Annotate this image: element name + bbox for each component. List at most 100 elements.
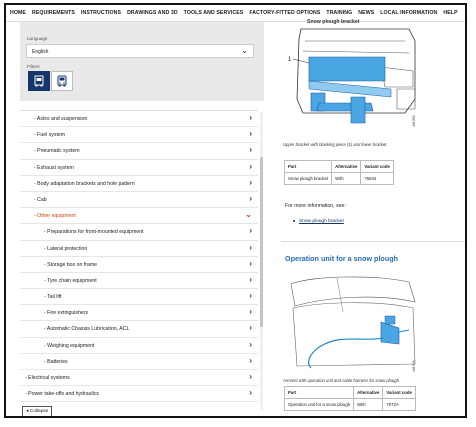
bus-front-icon [57,75,67,87]
chevron-right-icon: › [249,129,252,139]
nav-training[interactable]: TRAINING [326,10,352,16]
chevron-right-icon: › [249,388,252,398]
filters-label: Filters [27,64,40,69]
table-cell: 7072A [382,398,416,411]
chevron-right-icon: › [249,274,252,284]
tree-item-axles[interactable]: - Axles and suspension › [20,111,258,128]
table-row: Operation unit for a snow plough With 70… [283,398,416,411]
tree-item-power-take-offs[interactable]: - Power take-offs and hydraulics › [20,386,258,403]
navigation-tree: - Axles and suspension › - Fuel system › -… [20,110,258,413]
chevron-right-icon: › [249,226,252,236]
tree-item-label: - Pneumatic system [34,148,80,155]
table-cell: 76634 [360,172,394,185]
tree-item-pneumatic[interactable]: - Pneumatic system › [20,143,258,160]
nav-factory-options[interactable]: FACTORY-FITTED OPTIONS [249,10,320,16]
tree-item-label: - Fire extinguishers [44,310,89,317]
variant-table: Part Alternative Variant code Operation … [283,386,416,411]
table-cell: Operation unit for a snow plough [283,398,355,411]
callout-number: 1 [288,57,292,63]
tree-item-weighing[interactable]: - Weighing equipment › [20,338,258,354]
tree-item-label: - Exhaust system [34,164,74,171]
chevron-right-icon: › [249,291,252,301]
tree-item-fire-extinguishers[interactable]: - Fire extinguishers › [20,305,258,322]
nav-help[interactable]: HELP [443,10,457,16]
chevron-right-icon: › [249,372,252,381]
figure-caption: Upper bracket with blanking piece (1) an… [283,142,388,147]
tree-item-label: - Storage box on frame [44,261,98,268]
top-navigation: HOME REQUIREMENTS INSTRUCTIONS DRAWINGS … [6,5,465,22]
tree-item-tail-lift[interactable]: - Tail lift › [20,289,258,306]
chevron-right-icon: › [249,258,252,268]
chevron-left-icon: ◂ [26,409,29,414]
operation-unit-figure: 448 599 [281,272,423,377]
tree-item-label: - Electrical systems [25,375,70,381]
snow-plough-bracket-link[interactable]: Snow plough bracket [299,219,344,224]
language-value: English [32,49,49,55]
tree-item-front-mounted[interactable]: - Preparations for front-mounted equipme… [20,224,258,241]
nav-instructions[interactable]: INSTRUCTIONS [81,10,121,16]
tree-item-lateral-protection[interactable]: - Lateral protection › [20,241,258,257]
tree-item-label: - Weighing equipment [44,342,95,349]
tree-item-exhaust[interactable]: - Exhaust system › [20,160,258,176]
chevron-right-icon: › [249,339,252,349]
tree-item-label: - Tyre chain equipment [44,277,97,284]
truck-front-illustration: 448 600 [292,28,416,127]
nav-local-info[interactable]: LOCAL INFORMATION [380,10,437,16]
tree-item-other-equipment[interactable]: - Other equipment ⌄ [20,208,258,225]
left-panel: Language English ⌄ Filters - Axles and s… [20,22,264,414]
chevron-right-icon: › [249,113,252,122]
table-cell: Snow plough bracket [283,172,333,185]
tree-item-electrical[interactable]: - Electrical systems › [20,370,258,387]
chevron-right-icon: › [249,145,252,155]
filter-truck-button[interactable] [28,71,50,91]
tree-item-tyre-chain[interactable]: - Tyre chain equipment › [20,273,258,290]
nav-drawings[interactable]: DRAWINGS AND 3D [127,10,178,16]
tree-item-cab[interactable]: - Cab › [20,192,258,209]
nav-requirements[interactable]: REQUIREMENTS [32,10,75,16]
table-cell: With [331,172,362,185]
table-row: Snow plough bracket With 76634 [283,172,394,185]
chevron-right-icon: › [249,355,252,365]
collapse-button[interactable]: ◂ Collapse [22,406,53,416]
tree-item-label: - Cab [34,196,47,203]
section-title-clipped: Snow plough bracket [307,19,360,25]
language-select[interactable]: English ⌄ [26,44,254,58]
table-cell: With [353,398,384,411]
tree-item-label: - Fuel system [34,132,66,139]
tree-item-storage-box[interactable]: - Storage box on frame › [20,257,258,273]
tree-scrollbar[interactable] [260,112,263,410]
nav-home[interactable]: HOME [10,10,26,16]
tree-item-batteries[interactable]: - Batteries › [20,354,258,370]
section-title: Operation unit for a snow plough [285,254,398,263]
filter-panel: Language English ⌄ Filters [20,22,264,101]
armrest-illustration: 448 599 [290,276,416,372]
tree-item-label: - Axles and suspension [34,116,88,122]
chevron-right-icon: › [249,161,252,171]
chevron-right-icon: › [249,193,252,203]
table-header: Part [283,160,333,173]
table-header: Variant code [360,160,394,173]
snow-plough-bracket-figure: 448 600 1 [281,27,423,137]
nav-tools[interactable]: TOOLS AND SERVICES [184,10,244,16]
collapse-label: Collapse [29,409,49,414]
tree-item-body-adaptation[interactable]: - Body adaptation brackets and hole patt… [20,176,258,192]
chevron-down-icon: ⌄ [241,46,248,55]
filter-bus-button[interactable] [51,71,73,91]
nav-news[interactable]: NEWS [358,10,374,16]
chevron-right-icon: › [249,307,252,317]
tree-item-acl[interactable]: - Automatic Chassis Lubrication, ACL › [20,321,258,338]
section-divider [281,241,465,242]
app-frame: HOME REQUIREMENTS INSTRUCTIONS DRAWINGS … [4,3,467,418]
tree-item-label: - Batteries [44,358,68,365]
variant-table: Part Alternative Variant code Snow ploug… [283,160,394,185]
figure-code: 448 599 [412,360,416,372]
tree-item-label: - Automatic Chassis Lubrication, ACL [44,326,130,333]
chevron-down-icon: ⌄ [245,210,252,220]
scrollbar-thumb[interactable] [260,157,263,327]
table-header: Alternative [353,386,384,399]
tree-item-fuel[interactable]: - Fuel system › [20,127,258,144]
language-label: Language [27,36,48,41]
tree-item-label: - Tail lift [44,294,62,301]
more-info-text: For more information, see: [285,203,346,209]
bullet [293,220,295,222]
